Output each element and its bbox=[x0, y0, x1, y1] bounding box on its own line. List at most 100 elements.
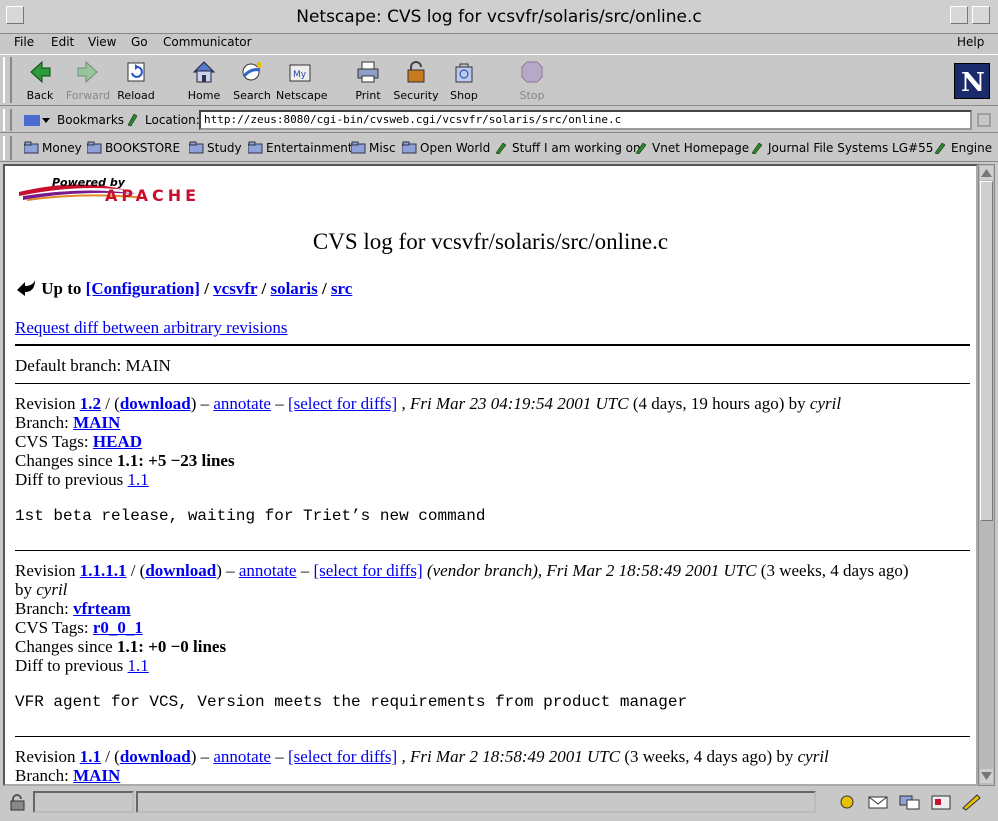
location-grip[interactable] bbox=[3, 109, 12, 131]
search-button[interactable]: Search bbox=[228, 59, 276, 102]
reload-button[interactable]: Reload bbox=[112, 59, 160, 102]
bookmark-link-journal[interactable]: Journal File Systems LG#55 bbox=[750, 141, 933, 155]
bookmark-folder-money[interactable]: Money bbox=[23, 141, 82, 155]
folder-icon bbox=[401, 141, 417, 154]
my-netscape-icon: My bbox=[287, 59, 313, 85]
branch-link[interactable]: MAIN bbox=[73, 766, 120, 784]
revision-link[interactable]: 1.1.1.1 bbox=[80, 561, 127, 580]
scroll-up-arrow-icon[interactable] bbox=[980, 166, 993, 180]
menu-edit[interactable]: Edit bbox=[51, 35, 74, 49]
toolbar-grip[interactable] bbox=[3, 57, 12, 103]
bookmark-folder-misc[interactable]: Misc bbox=[350, 141, 396, 155]
menu-go[interactable]: Go bbox=[131, 35, 148, 49]
maximize-button[interactable] bbox=[972, 6, 990, 24]
component-navigator-icon[interactable] bbox=[837, 793, 857, 814]
location-input[interactable]: http://zeus:8080/cgi-bin/cvsweb.cgi/vcsv… bbox=[199, 110, 972, 130]
bookmark-folder-entertainment[interactable]: Entertainment bbox=[247, 141, 353, 155]
folder-icon bbox=[188, 141, 204, 154]
stop-label: Stop bbox=[519, 89, 545, 102]
security-button[interactable]: Security bbox=[392, 59, 440, 102]
branch-link[interactable]: MAIN bbox=[73, 413, 120, 432]
stop-button[interactable]: Stop bbox=[508, 59, 556, 102]
menu-file[interactable]: File bbox=[14, 35, 34, 49]
menu-help[interactable]: Help bbox=[957, 35, 984, 49]
progress-field bbox=[33, 791, 134, 813]
forward-button[interactable]: Forward bbox=[64, 59, 112, 102]
tag-link[interactable]: HEAD bbox=[93, 432, 142, 451]
padlock-icon bbox=[403, 59, 429, 85]
revision-link[interactable]: 1.1 bbox=[80, 747, 101, 766]
apache-logo-text: APACHE bbox=[105, 186, 201, 205]
bookmark-folder-open-world[interactable]: Open World bbox=[401, 141, 490, 155]
divider bbox=[15, 736, 970, 737]
netscape-button[interactable]: My Netscape bbox=[276, 59, 328, 102]
tag-link[interactable]: r0_0_1 bbox=[93, 618, 143, 637]
bookmark-folder-study[interactable]: Study bbox=[188, 141, 242, 155]
menu-view[interactable]: View bbox=[88, 35, 116, 49]
select-for-diffs-link[interactable]: [select for diffs] bbox=[288, 747, 397, 766]
annotate-link[interactable]: annotate bbox=[213, 747, 271, 766]
author-line: by cyril bbox=[15, 580, 68, 599]
breadcrumb-src[interactable]: src bbox=[331, 279, 352, 298]
breadcrumb-solaris[interactable]: solaris bbox=[270, 279, 317, 298]
annotate-link[interactable]: annotate bbox=[239, 561, 297, 580]
author: cyril bbox=[797, 747, 829, 766]
download-link[interactable]: download bbox=[145, 561, 216, 580]
security-lock-icon[interactable] bbox=[8, 793, 28, 814]
netscape-logo-icon[interactable]: N bbox=[954, 63, 990, 99]
menu-communicator[interactable]: Communicator bbox=[163, 35, 252, 49]
tags-line: CVS Tags: r0_0_1 bbox=[15, 618, 143, 637]
apache-logo: Powered by APACHE bbox=[17, 176, 269, 206]
component-composer-icon[interactable] bbox=[960, 793, 984, 814]
location-toolbar: Bookmarks Location: http://zeus:8080/cgi… bbox=[0, 107, 998, 133]
bookmark-folder-bookstore[interactable]: BOOKSTORE bbox=[86, 141, 180, 155]
bookmark-link-engine[interactable]: Engine bbox=[933, 141, 992, 155]
home-button[interactable]: Home bbox=[180, 59, 228, 102]
annotate-link[interactable]: annotate bbox=[213, 394, 271, 413]
menu-bar: File Edit View Go Communicator Help bbox=[0, 34, 998, 54]
select-for-diffs-link[interactable]: [select for diffs] bbox=[313, 561, 422, 580]
page-title: CVS log for vcsvfr/solaris/src/online.c bbox=[312, 229, 669, 254]
search-label: Search bbox=[233, 89, 271, 102]
page-proxy-icon[interactable] bbox=[124, 111, 140, 130]
component-mail-icon[interactable] bbox=[867, 793, 891, 814]
reload-label: Reload bbox=[117, 89, 155, 102]
request-diff-link[interactable]: Request diff between arbitrary revisions bbox=[15, 318, 288, 337]
minimize-button[interactable] bbox=[950, 6, 968, 24]
diff-previous-link[interactable]: 1.1 bbox=[128, 470, 149, 489]
up-arrow-icon[interactable] bbox=[15, 278, 37, 296]
vertical-scrollbar[interactable] bbox=[978, 164, 995, 786]
branch-link[interactable]: vfrteam bbox=[73, 599, 131, 618]
breadcrumb-vcsvfr[interactable]: vcsvfr bbox=[213, 279, 257, 298]
revision-link[interactable]: 1.2 bbox=[80, 394, 101, 413]
title-bar[interactable]: Netscape: CVS log for vcsvfr/solaris/src… bbox=[0, 0, 998, 34]
location-label: Location: bbox=[145, 113, 200, 127]
component-discussions-icon[interactable] bbox=[898, 793, 922, 814]
revision-date: Fri Mar 2 18:58:49 2001 UTC bbox=[409, 747, 621, 766]
download-link[interactable]: download bbox=[120, 747, 191, 766]
bookmark-link-stuff[interactable]: Stuff I am working on bbox=[494, 141, 641, 155]
print-button[interactable]: Print bbox=[344, 59, 392, 102]
scrollbar-thumb[interactable] bbox=[980, 181, 993, 521]
select-for-diffs-link[interactable]: [select for diffs] bbox=[288, 394, 397, 413]
bookmark-link-vnet[interactable]: Vnet Homepage bbox=[634, 141, 749, 155]
personal-grip[interactable] bbox=[3, 136, 12, 160]
default-branch: Default branch: MAIN bbox=[15, 356, 171, 375]
back-label: Back bbox=[26, 89, 54, 102]
bookmarks-button[interactable]: Bookmarks bbox=[57, 113, 124, 127]
back-button[interactable]: Back bbox=[16, 59, 64, 102]
bookmark-link-icon bbox=[494, 141, 509, 155]
folder-icon bbox=[247, 141, 263, 154]
diff-previous-link[interactable]: 1.1 bbox=[128, 656, 149, 675]
revision-date: Fri Mar 2 18:58:49 2001 UTC bbox=[546, 561, 757, 580]
breadcrumb-configuration[interactable]: [Configuration] bbox=[86, 279, 200, 298]
bookmark-link-icon bbox=[933, 141, 948, 155]
component-addressbook-icon[interactable] bbox=[929, 793, 953, 814]
download-link[interactable]: download bbox=[120, 394, 191, 413]
location-dropdown-icon[interactable] bbox=[977, 113, 991, 130]
commit-message: 1st beta release, waiting for Triet’s ne… bbox=[15, 507, 486, 525]
folder-icon bbox=[350, 141, 366, 154]
changes-line: Changes since 1.1: +5 −23 lines bbox=[15, 451, 235, 470]
scroll-down-arrow-icon[interactable] bbox=[980, 769, 993, 783]
shop-button[interactable]: Shop bbox=[440, 59, 488, 102]
